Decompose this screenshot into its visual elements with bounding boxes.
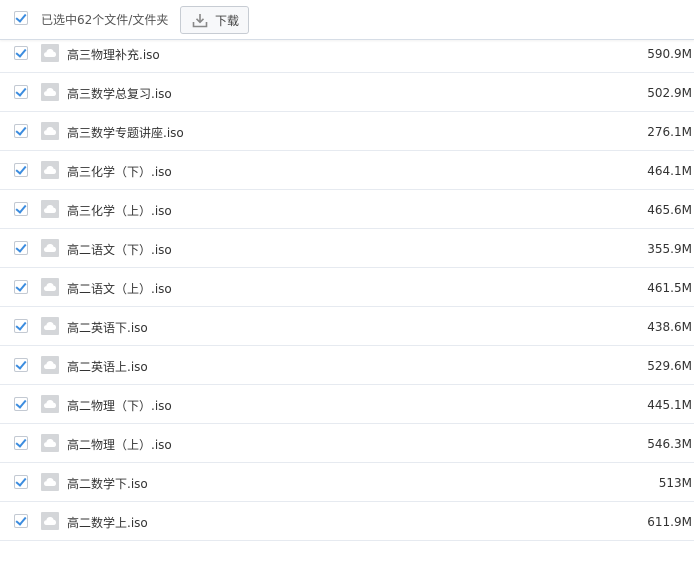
file-row[interactable]: 高二数学上.iso 611.9M [0, 502, 694, 541]
select-all-checkbox[interactable] [14, 11, 28, 25]
file-size: 276.1M [647, 125, 692, 139]
file-checkbox[interactable] [14, 280, 28, 294]
download-label: 下载 [215, 14, 240, 28]
file-size: 461.5M [647, 281, 692, 295]
file-row[interactable]: 高三化学（上）.iso 465.6M [0, 190, 694, 229]
file-name[interactable]: 高二英语下.iso [67, 319, 148, 336]
cloud-file-icon [41, 395, 59, 413]
download-button[interactable]: 下载 [180, 6, 249, 34]
file-name[interactable]: 高二英语上.iso [67, 358, 148, 375]
file-size: 546.3M [647, 437, 692, 451]
file-checkbox[interactable] [14, 46, 28, 60]
cloud-file-icon [41, 356, 59, 374]
file-size: 529.6M [647, 359, 692, 373]
file-row[interactable]: 高二物理（上）.iso 546.3M [0, 424, 694, 463]
file-checkbox[interactable] [14, 85, 28, 99]
file-name[interactable]: 高二物理（下）.iso [67, 397, 172, 414]
cloud-file-icon [41, 278, 59, 296]
file-size: 502.9M [647, 86, 692, 100]
file-name[interactable]: 高二物理（上）.iso [67, 436, 172, 453]
file-name[interactable]: 高三化学（下）.iso [67, 163, 172, 180]
file-checkbox[interactable] [14, 514, 28, 528]
file-size: 355.9M [647, 242, 692, 256]
file-size: 590.9M [647, 47, 692, 61]
file-row[interactable]: 高二物理（下）.iso 445.1M [0, 385, 694, 424]
cloud-file-icon [41, 44, 59, 62]
file-name[interactable]: 高三数学专题讲座.iso [67, 124, 184, 141]
cloud-file-icon [41, 200, 59, 218]
file-checkbox[interactable] [14, 397, 28, 411]
file-size: 464.1M [647, 164, 692, 178]
selection-count-text: 已选中62个文件/文件夹 [41, 13, 169, 27]
file-checkbox[interactable] [14, 202, 28, 216]
file-size: 513M [658, 476, 692, 490]
file-checkbox[interactable] [14, 436, 28, 450]
file-size: 465.6M [647, 203, 692, 217]
file-name[interactable]: 高三物理补充.iso [67, 46, 160, 63]
download-icon [192, 13, 208, 32]
file-checkbox[interactable] [14, 358, 28, 372]
file-checkbox[interactable] [14, 241, 28, 255]
cloud-file-icon [41, 239, 59, 257]
file-row[interactable]: 高三化学（下）.iso 464.1M [0, 151, 694, 190]
cloud-file-icon [41, 473, 59, 491]
file-size: 438.6M [647, 320, 692, 334]
selection-toolbar: 已选中62个文件/文件夹 下载 [0, 0, 694, 40]
file-size: 611.9M [647, 515, 692, 529]
file-name[interactable]: 高三化学（上）.iso [67, 202, 172, 219]
cloud-file-icon [41, 512, 59, 530]
file-checkbox[interactable] [14, 319, 28, 333]
cloud-file-icon [41, 122, 59, 140]
cloud-file-icon [41, 83, 59, 101]
file-row[interactable]: 高三数学总复习.iso 502.9M [0, 73, 694, 112]
file-checkbox[interactable] [14, 163, 28, 177]
file-name[interactable]: 高三数学总复习.iso [67, 85, 172, 102]
file-row[interactable]: 高二数学下.iso 513M [0, 463, 694, 502]
file-list: 高三物理补充.iso 590.9M 高三数学总复习.iso 502.9M 高三数学专题讲… [0, 0, 694, 562]
cloud-file-icon [41, 317, 59, 335]
file-name[interactable]: 高二语文（上）.iso [67, 280, 172, 297]
file-name[interactable]: 高二数学下.iso [67, 475, 148, 492]
file-checkbox[interactable] [14, 475, 28, 489]
file-row[interactable]: 高二英语上.iso 529.6M [0, 346, 694, 385]
file-row[interactable]: 高二英语下.iso 438.6M [0, 307, 694, 346]
file-row[interactable]: 高二语文（上）.iso 461.5M [0, 268, 694, 307]
file-row[interactable]: 高三数学专题讲座.iso 276.1M [0, 112, 694, 151]
file-name[interactable]: 高二数学上.iso [67, 514, 148, 531]
file-size: 445.1M [647, 398, 692, 412]
file-name[interactable]: 高二语文（下）.iso [67, 241, 172, 258]
file-checkbox[interactable] [14, 124, 28, 138]
cloud-file-icon [41, 161, 59, 179]
cloud-file-icon [41, 434, 59, 452]
file-row[interactable]: 高二语文（下）.iso 355.9M [0, 229, 694, 268]
